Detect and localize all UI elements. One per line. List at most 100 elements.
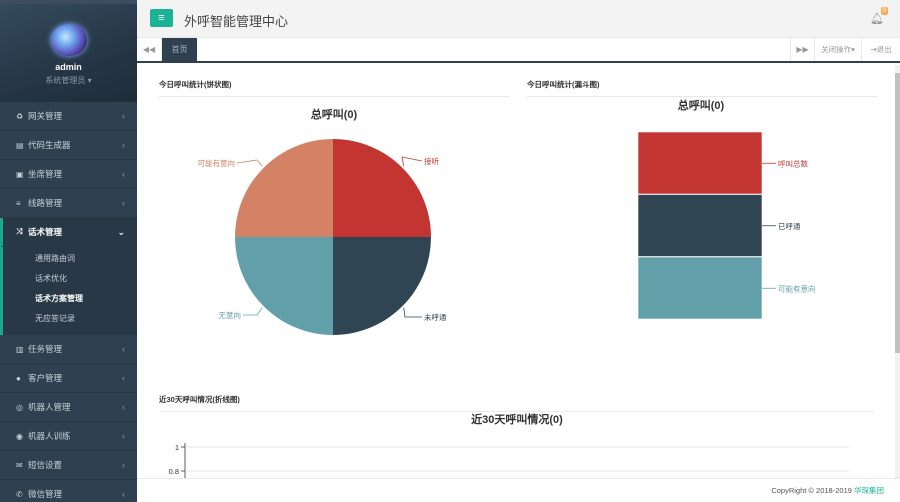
profile-role-label: 系统管理员 <box>45 76 86 85</box>
tab-scroll-right-button[interactable]: ▶▶ <box>790 38 815 61</box>
wechat-icon: ✆ <box>16 489 23 499</box>
profile-area: admin 系统管理员 ▾ <box>0 0 137 102</box>
sidebar-item-wechat[interactable]: ✆ 微信管理 ‹ <box>0 480 137 502</box>
line-y-tick-label: 1 <box>175 443 179 452</box>
submenu-item-no-answer[interactable]: 无应答记录 <box>3 309 137 329</box>
pie-label: 可能有意向 <box>198 158 236 168</box>
funnel-label: 可能有意向 <box>778 283 816 293</box>
funnel-segment[interactable] <box>637 194 763 257</box>
pie-slice[interactable] <box>333 237 431 335</box>
sidebar-item-agents[interactable]: ▣ 坐席管理 ‹ <box>0 160 137 189</box>
double-left-icon: ◀◀ <box>142 45 156 54</box>
app-title: 外呼智能管理中心 <box>184 14 289 29</box>
sidebar-item-robot-training[interactable]: ◉ 机器人训练 ‹ <box>0 422 137 451</box>
sidebar-item-label: 线路管理 <box>28 198 63 208</box>
chevron-left-icon: ‹ <box>122 140 125 150</box>
submenu-item-script-plans[interactable]: 话术方案管理 <box>3 289 137 309</box>
funnel-label: 已呼通 <box>778 221 801 231</box>
pie-slice[interactable] <box>235 139 333 237</box>
pie-panel-title: 今日呼叫统计(饼状图) <box>159 79 509 97</box>
pie-label-line <box>236 159 263 167</box>
funnel-label: 呼叫总数 <box>778 158 808 168</box>
chevron-left-icon: ‹ <box>122 373 125 383</box>
chevron-left-icon: ‹ <box>122 489 125 499</box>
pie-label: 未呼通 <box>424 312 447 322</box>
funnel-segment[interactable] <box>637 256 763 320</box>
scripts-submenu: 通用路由词 话术优化 话术方案管理 无应答记录 <box>0 247 137 335</box>
chevron-left-icon: ‹ <box>122 344 125 354</box>
chevron-down-icon: ⌄ <box>117 226 125 237</box>
close-tabs-label: 关闭操作 <box>821 45 852 54</box>
caret-down-icon: ▾ <box>87 76 92 85</box>
sidebar-item-scripts[interactable]: ⤨ 话术管理 ⌄ <box>0 218 137 247</box>
sidebar-item-robots[interactable]: ◎ 机器人管理 ‹ <box>0 393 137 422</box>
list-icon: ≡ <box>16 198 21 208</box>
submenu-item-routing-words[interactable]: 通用路由词 <box>3 249 137 269</box>
map-icon: ▥ <box>16 344 24 354</box>
pie-slice[interactable] <box>235 237 333 335</box>
sidebar-item-label: 短信设置 <box>28 460 63 470</box>
sidebar-item-label: 客户管理 <box>28 373 63 383</box>
sms-icon: ✉ <box>16 460 23 470</box>
pie-label-line <box>243 307 263 316</box>
sidebar-item-customers[interactable]: ● 客户管理 ‹ <box>0 364 137 393</box>
main-content: 今日呼叫统计(饼状图) 今日呼叫统计(漏斗图) 总呼叫(0) 总呼叫(0) 接听… <box>137 65 895 478</box>
avatar[interactable] <box>50 24 87 56</box>
scrollbar-thumb[interactable] <box>895 73 900 353</box>
chevron-left-icon: ‹ <box>122 460 125 470</box>
line-chart: 10.8 <box>169 443 849 478</box>
tab-bar: ◀◀ 首页 ▶▶ 关闭操作▾ ⇥退出 <box>137 38 900 63</box>
sidebar-item-sms[interactable]: ✉ 短信设置 ‹ <box>0 451 137 480</box>
pie-slice[interactable] <box>333 139 431 237</box>
hamburger-icon: ≡ <box>158 12 165 24</box>
footer: CopyRight © 2018-2019 华琛集团 <box>137 478 900 502</box>
profile-name: admin <box>55 62 82 72</box>
top-header: ≡ 外呼智能管理中心 🔔︎ 0 <box>137 0 900 38</box>
sidebar: admin 系统管理员 ▾ ♻ 网关管理 ‹ ▤ 代码生成器 ‹ ▣ 坐席管理 … <box>0 0 137 502</box>
chevron-left-icon: ‹ <box>122 169 125 179</box>
footer-brand-link[interactable]: 华琛集团 <box>854 486 884 495</box>
menu-toggle-button[interactable]: ≡ <box>150 9 173 27</box>
user-icon: ● <box>16 373 21 383</box>
double-right-icon: ▶▶ <box>796 45 809 54</box>
exit-label: 退出 <box>876 45 892 54</box>
robot-icon: ◎ <box>16 402 23 412</box>
pie-chart-title: 总呼叫(0) <box>310 109 358 121</box>
sidebar-item-tasks[interactable]: ▥ 任务管理 ‹ <box>0 335 137 364</box>
profile-role-dropdown[interactable]: 系统管理员 ▾ <box>0 75 137 86</box>
pie-label-line <box>403 307 422 318</box>
sidebar-item-lines[interactable]: ≡ 线路管理 ‹ <box>0 189 137 218</box>
exit-button[interactable]: ⇥退出 <box>862 38 900 61</box>
tab-scroll-left-button[interactable]: ◀◀ <box>137 38 162 61</box>
sidebar-item-label: 机器人管理 <box>28 402 71 412</box>
sidebar-item-label: 代码生成器 <box>28 140 71 150</box>
sidebar-item-label: 坐席管理 <box>28 169 63 179</box>
submenu-item-script-optimize[interactable]: 话术优化 <box>3 269 137 289</box>
pie-label: 无意向 <box>219 310 242 320</box>
sidebar-item-label: 网关管理 <box>28 111 63 121</box>
notification-badge: 0 <box>880 7 888 15</box>
chevron-left-icon: ‹ <box>122 198 125 208</box>
close-tabs-dropdown[interactable]: 关闭操作▾ <box>815 38 862 61</box>
funnel-chart-title: 总呼叫(0) <box>677 100 725 112</box>
sidebar-item-code-generator[interactable]: ▤ 代码生成器 ‹ <box>0 131 137 160</box>
funnel-panel-title: 今日呼叫统计(漏斗图) <box>527 79 877 97</box>
sidebar-item-label: 机器人训练 <box>28 431 71 441</box>
shuffle-icon: ⤨ <box>16 227 23 236</box>
sidebar-item-gateway[interactable]: ♻ 网关管理 ‹ <box>0 102 137 131</box>
calendar-icon: ▣ <box>16 169 24 179</box>
pie-label: 接听 <box>424 156 439 166</box>
pie-label-line <box>401 156 423 167</box>
sidebar-item-label: 话术管理 <box>28 227 63 237</box>
pie-chart: 接听未呼通 无意向 可能有意向 <box>198 139 447 335</box>
code-icon: ▤ <box>16 140 24 150</box>
funnel-segment[interactable] <box>637 131 763 195</box>
chevron-left-icon: ‹ <box>122 431 125 441</box>
line-chart-title: 近30天呼叫情况(0) <box>471 414 563 426</box>
copyright-text: CopyRight © 2018-2019 <box>771 486 852 495</box>
tab-home[interactable]: 首页 <box>162 38 197 61</box>
funnel-chart: 呼叫总数已呼通可能有意向 <box>637 131 816 320</box>
sidebar-item-label: 微信管理 <box>28 489 63 499</box>
content-scrollbar[interactable] <box>895 65 900 478</box>
training-icon: ◉ <box>16 431 23 441</box>
